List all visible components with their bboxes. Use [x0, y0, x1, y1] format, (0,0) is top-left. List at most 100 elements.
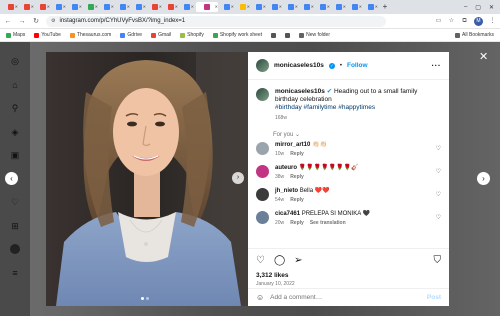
reply-button[interactable]: Reply: [290, 220, 304, 228]
commenter-username[interactable]: mirror_art10: [275, 142, 310, 148]
omnibox[interactable]: ⚙ instagram.com/p/CYhUVyFvsBX/?img_index…: [46, 15, 386, 27]
close-post-icon[interactable]: ✕: [479, 50, 488, 63]
bookmark-item[interactable]: Thesaurus.com: [69, 32, 111, 38]
search-icon[interactable]: ⚲: [10, 103, 20, 113]
menu-icon[interactable]: ⋮: [489, 18, 496, 25]
close-tab-icon[interactable]: ✕: [95, 4, 98, 9]
bookmark-item[interactable]: [271, 32, 277, 38]
notifications-icon[interactable]: ♡: [10, 197, 20, 207]
reels-icon[interactable]: ▣: [10, 150, 20, 160]
likes-count[interactable]: 3,312 likes: [256, 272, 441, 279]
emoji-icon[interactable]: ☺: [256, 293, 264, 302]
browser-tab[interactable]: ✕: [84, 2, 98, 12]
author-username[interactable]: monicaseles10s: [274, 62, 324, 69]
close-tab-icon[interactable]: ✕: [15, 4, 18, 9]
browser-tab[interactable]: ✕: [220, 2, 234, 12]
reload-icon[interactable]: ↻: [32, 17, 40, 25]
commenter-username[interactable]: jh_nieto: [275, 188, 298, 194]
commenter-avatar[interactable]: [256, 165, 269, 178]
bookmark-star-icon[interactable]: ☆: [448, 18, 455, 25]
close-tab-icon[interactable]: ✕: [175, 4, 178, 9]
browser-tab[interactable]: ✕: [36, 2, 50, 12]
instagram-logo-icon[interactable]: ◎: [10, 56, 20, 66]
commenter-avatar[interactable]: [256, 211, 269, 224]
close-tab-icon[interactable]: ✕: [327, 4, 330, 9]
close-tab-icon[interactable]: ✕: [215, 4, 218, 9]
maximize-icon[interactable]: ▢: [475, 4, 481, 11]
more-menu-icon[interactable]: ≡: [10, 268, 20, 278]
comment-like-icon[interactable]: ♡: [436, 168, 441, 175]
reply-button[interactable]: Reply: [290, 197, 304, 205]
more-options-icon[interactable]: ···: [432, 61, 442, 70]
bookmark-item[interactable]: Gmail: [151, 32, 171, 38]
bookmark-item[interactable]: New folder: [299, 32, 330, 38]
close-tab-icon[interactable]: ✕: [159, 4, 162, 9]
close-tab-icon[interactable]: ✕: [375, 4, 378, 9]
post-photo[interactable]: ›: [46, 52, 248, 306]
commenter-avatar[interactable]: [256, 142, 269, 155]
all-bookmarks[interactable]: All Bookmarks: [455, 32, 494, 38]
previous-post-icon[interactable]: ‹: [5, 172, 18, 185]
next-post-icon[interactable]: ›: [477, 172, 490, 185]
close-tab-icon[interactable]: ✕: [63, 4, 66, 9]
browser-tab[interactable]: ✕: [180, 2, 194, 12]
close-tab-icon[interactable]: ✕: [47, 4, 50, 9]
comment-like-icon[interactable]: ♡: [436, 145, 441, 152]
close-tab-icon[interactable]: ✕: [279, 4, 282, 9]
commenter-username[interactable]: auteuro: [275, 165, 297, 171]
browser-tab[interactable]: ✕: [300, 2, 314, 12]
browser-tab[interactable]: ✕: [100, 2, 114, 12]
browser-tab[interactable]: ✕: [132, 2, 146, 12]
bookmark-item[interactable]: [285, 32, 291, 38]
next-image-icon[interactable]: ›: [232, 172, 244, 184]
site-info-icon[interactable]: ⚙: [51, 18, 55, 24]
browser-tab[interactable]: ✕: [332, 2, 346, 12]
close-tab-icon[interactable]: ✕: [343, 4, 346, 9]
close-window-icon[interactable]: ✕: [489, 4, 494, 11]
see-translation-button[interactable]: See translation: [310, 220, 346, 228]
browser-tab[interactable]: ✕: [284, 2, 298, 12]
browser-tab[interactable]: ✕: [268, 2, 282, 12]
url-text[interactable]: instagram.com/p/CYhUVyFvsBX/?img_index=1: [59, 18, 185, 24]
reply-button[interactable]: Reply: [290, 151, 304, 159]
browser-tab[interactable]: ✕: [52, 2, 66, 12]
commenter-username[interactable]: cica7461: [275, 211, 300, 217]
minimize-icon[interactable]: –: [464, 4, 467, 11]
new-tab-icon[interactable]: +: [380, 2, 390, 12]
reply-button[interactable]: Reply: [290, 174, 304, 182]
comment-like-icon[interactable]: ♡: [436, 214, 441, 221]
create-icon[interactable]: ⊞: [10, 221, 20, 231]
close-tab-icon[interactable]: ✕: [359, 4, 362, 9]
bookmark-item[interactable]: YouTube: [34, 32, 61, 38]
close-tab-icon[interactable]: ✕: [31, 4, 34, 9]
browser-tab[interactable]: ✕: [20, 2, 34, 12]
close-tab-icon[interactable]: ✕: [127, 4, 130, 9]
browser-tab[interactable]: ✕: [164, 2, 178, 12]
cast-icon[interactable]: ▭: [435, 18, 442, 25]
browser-tab[interactable]: ✕: [252, 2, 266, 12]
comment-icon[interactable]: ◯: [274, 255, 285, 266]
extensions-icon[interactable]: ⧉: [461, 18, 468, 25]
like-icon[interactable]: ♡: [256, 255, 265, 266]
close-tab-icon[interactable]: ✕: [191, 4, 194, 9]
caption-author-avatar[interactable]: [256, 88, 269, 101]
share-icon[interactable]: ➢: [294, 255, 302, 266]
author-avatar[interactable]: [256, 59, 269, 72]
bookmark-item[interactable]: Gdrive: [120, 32, 142, 38]
explore-icon[interactable]: ◈: [10, 127, 20, 137]
browser-tab[interactable]: ✕: [148, 2, 162, 12]
close-tab-icon[interactable]: ✕: [263, 4, 266, 9]
browser-tab[interactable]: ✕: [364, 2, 378, 12]
bookmark-item[interactable]: Shopify: [180, 32, 204, 38]
bookmark-item[interactable]: Shopify work sheet: [212, 32, 262, 38]
profile-avatar[interactable]: M: [474, 16, 483, 26]
post-comment-button[interactable]: Post: [427, 294, 441, 301]
save-icon[interactable]: ⛉: [434, 255, 442, 266]
home-icon[interactable]: ⌂: [10, 80, 20, 90]
back-icon[interactable]: ←: [4, 18, 12, 25]
close-tab-icon[interactable]: ✕: [295, 4, 298, 9]
bookmark-item[interactable]: Maps: [6, 32, 25, 38]
profile-icon[interactable]: [10, 244, 20, 254]
browser-tab[interactable]: ✕: [116, 2, 130, 12]
browser-tab[interactable]: ✕: [68, 2, 82, 12]
